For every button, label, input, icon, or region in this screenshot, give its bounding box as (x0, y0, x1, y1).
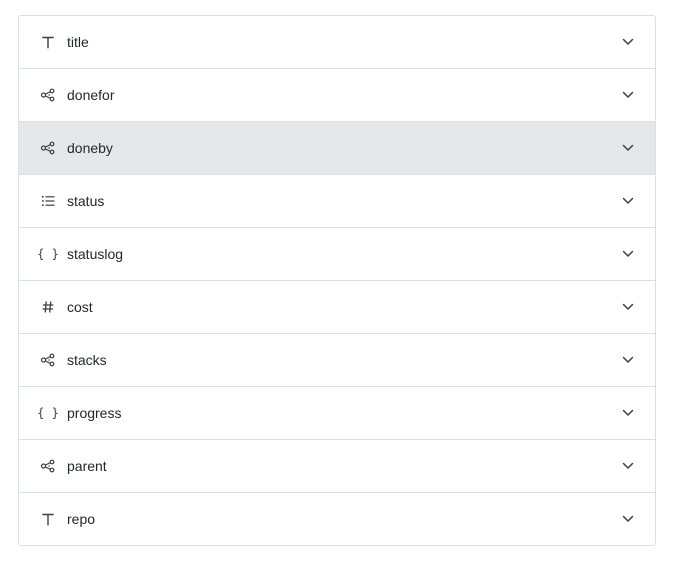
list-icon (39, 192, 57, 210)
chevron-down-icon[interactable] (621, 512, 635, 526)
field-row-progress[interactable]: { } progress (19, 387, 655, 440)
text-type-icon (39, 510, 57, 528)
field-row-stacks[interactable]: stacks (19, 334, 655, 387)
field-label: title (67, 34, 89, 50)
field-row-repo[interactable]: repo (19, 493, 655, 545)
chevron-down-icon[interactable] (621, 141, 635, 155)
chevron-down-icon[interactable] (621, 247, 635, 261)
json-braces-icon: { } (37, 404, 59, 422)
field-label: repo (67, 511, 96, 527)
braces-glyph: { } (37, 247, 59, 261)
relation-icon (39, 351, 57, 369)
text-type-icon (39, 33, 57, 51)
field-label: cost (67, 299, 93, 315)
chevron-down-icon[interactable] (621, 406, 635, 420)
relation-icon (39, 139, 57, 157)
chevron-down-icon[interactable] (621, 353, 635, 367)
braces-glyph: { } (37, 406, 59, 420)
field-row-statuslog[interactable]: { } statuslog (19, 228, 655, 281)
field-row-cost[interactable]: cost (19, 281, 655, 334)
field-row-donefor[interactable]: donefor (19, 69, 655, 122)
field-row-parent[interactable]: parent (19, 440, 655, 493)
chevron-down-icon[interactable] (621, 88, 635, 102)
relation-icon (39, 86, 57, 104)
field-row-status[interactable]: status (19, 175, 655, 228)
field-row-doneby[interactable]: doneby (19, 122, 655, 175)
json-braces-icon: { } (37, 245, 59, 263)
field-label: statuslog (67, 246, 124, 262)
field-label: parent (67, 458, 107, 474)
chevron-down-icon[interactable] (621, 459, 635, 473)
field-label: status (67, 193, 105, 209)
number-hash-icon (39, 298, 57, 316)
field-label: doneby (67, 140, 113, 156)
field-row-title[interactable]: title (19, 16, 655, 69)
chevron-down-icon[interactable] (621, 300, 635, 314)
field-label: donefor (67, 87, 115, 103)
relation-icon (39, 457, 57, 475)
field-label: progress (67, 405, 122, 421)
chevron-down-icon[interactable] (621, 194, 635, 208)
field-list: title donefor doneby status { } statuslog cost… (18, 15, 656, 546)
field-label: stacks (67, 352, 107, 368)
chevron-down-icon[interactable] (621, 35, 635, 49)
